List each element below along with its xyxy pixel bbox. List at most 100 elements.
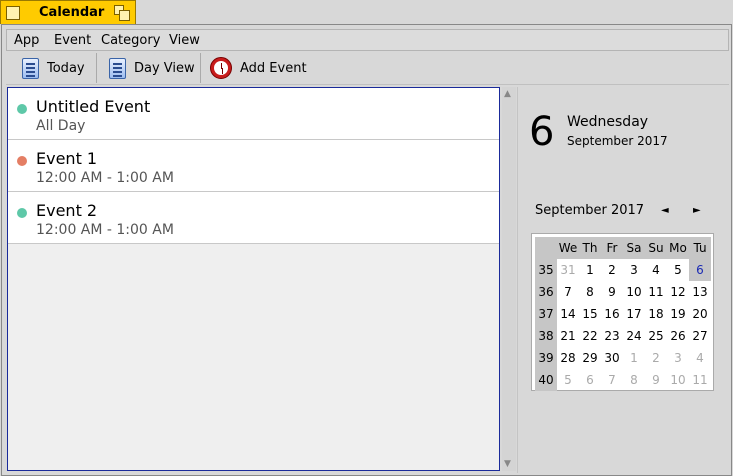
day-view-button[interactable]: Day View (109, 51, 195, 85)
selected-weekday: Wednesday (567, 114, 649, 130)
calendar-day[interactable]: 14 (557, 303, 579, 325)
calendar-day[interactable]: 11 (645, 281, 667, 303)
calendar-day[interactable]: 13 (689, 281, 711, 303)
weekday-header: Su (645, 237, 667, 259)
calendar-day[interactable]: 9 (645, 369, 667, 391)
selected-month-year: September 2017 (567, 134, 668, 148)
event-time: 12:00 AM - 1:00 AM (36, 170, 174, 186)
calendar-day[interactable]: 31 (557, 259, 579, 281)
event-name: Untitled Event (36, 97, 151, 116)
week-number: 39 (535, 347, 557, 369)
scroll-down-icon[interactable]: ▼ (504, 459, 511, 469)
calendar-day[interactable]: 10 (623, 281, 645, 303)
calendar-day[interactable]: 26 (667, 325, 689, 347)
calendar-day[interactable]: 29 (579, 347, 601, 369)
calendar-day[interactable]: 12 (667, 281, 689, 303)
category-color-dot (17, 208, 27, 218)
menu-event[interactable]: Event (54, 33, 91, 48)
previous-month-icon[interactable]: ◄ (661, 205, 669, 216)
event-item[interactable]: Event 2 12:00 AM - 1:00 AM (8, 192, 499, 244)
calendar-day[interactable]: 24 (623, 325, 645, 347)
event-item[interactable]: Untitled Event All Day (8, 88, 499, 140)
event-time: All Day (36, 118, 86, 134)
event-name: Event 1 (36, 149, 98, 168)
calendar-day[interactable]: 4 (645, 259, 667, 281)
calendar-day[interactable]: 1 (623, 347, 645, 369)
calendar-day[interactable]: 22 (579, 325, 601, 347)
calendar-day[interactable]: 23 (601, 325, 623, 347)
scroll-up-icon[interactable]: ▲ (504, 89, 511, 99)
weekday-header: We (557, 237, 579, 259)
month-calendar: We Th Fr Sa Su Mo Tu 35 31 1 2 3 4 5 6 36 7 8 9 10 11 12 13 37 1… (531, 233, 714, 391)
calendar-day[interactable]: 8 (623, 369, 645, 391)
calendar-day[interactable]: 3 (667, 347, 689, 369)
event-name: Event 2 (36, 201, 98, 220)
calendar-day[interactable]: 27 (689, 325, 711, 347)
calendar-day[interactable]: 5 (557, 369, 579, 391)
weekday-header: Th (579, 237, 601, 259)
calendar-day[interactable]: 5 (667, 259, 689, 281)
today-button[interactable]: Today (22, 51, 85, 85)
calendar-day[interactable]: 8 (579, 281, 601, 303)
toolbar: Today Day View Add Event (6, 51, 729, 85)
toolbar-separator (200, 53, 201, 83)
calendar-day[interactable]: 18 (645, 303, 667, 325)
calendar-day[interactable]: 2 (601, 259, 623, 281)
calendar-day[interactable]: 28 (557, 347, 579, 369)
calendar-day[interactable]: 10 (667, 369, 689, 391)
next-month-icon[interactable]: ► (693, 205, 701, 216)
calendar-day[interactable]: 19 (667, 303, 689, 325)
menu-category[interactable]: Category (101, 33, 160, 48)
week-number: 36 (535, 281, 557, 303)
menu-app[interactable]: App (14, 33, 39, 48)
clock-icon (210, 57, 232, 79)
event-item[interactable]: Event 1 12:00 AM - 1:00 AM (8, 140, 499, 192)
close-box-icon[interactable] (6, 6, 20, 20)
calendar-day[interactable]: 2 (645, 347, 667, 369)
calendar-day-selected[interactable]: 6 (689, 259, 711, 281)
zoom-box-icon[interactable] (114, 5, 130, 21)
week-number: 37 (535, 303, 557, 325)
calendar-month-label: September 2017 (535, 203, 645, 218)
weekday-header: Sa (623, 237, 645, 259)
calendar-page-icon (22, 57, 39, 79)
calendar-day[interactable]: 20 (689, 303, 711, 325)
pane-divider[interactable] (517, 87, 518, 473)
menu-view[interactable]: View (169, 33, 200, 48)
calendar-day[interactable]: 17 (623, 303, 645, 325)
event-list-scrollbar[interactable]: ▲ ▼ (502, 87, 516, 471)
calendar-day[interactable]: 21 (557, 325, 579, 347)
calendar-day[interactable]: 15 (579, 303, 601, 325)
calendar-page-icon (109, 57, 126, 79)
week-number: 40 (535, 369, 557, 391)
menu-bar: App Event Category View (6, 29, 729, 51)
calendar-day[interactable]: 3 (623, 259, 645, 281)
event-list[interactable]: Untitled Event All Day Event 1 12:00 AM … (7, 87, 500, 471)
event-time: 12:00 AM - 1:00 AM (36, 222, 174, 238)
calendar-day[interactable]: 7 (601, 369, 623, 391)
week-number: 38 (535, 325, 557, 347)
weekday-header: Fr (601, 237, 623, 259)
week-number-header (535, 237, 557, 259)
calendar-day[interactable]: 9 (601, 281, 623, 303)
calendar-day[interactable]: 30 (601, 347, 623, 369)
calendar-day[interactable]: 11 (689, 369, 711, 391)
calendar-day[interactable]: 1 (579, 259, 601, 281)
selected-day-number: 6 (529, 109, 555, 155)
calendar-day[interactable]: 4 (689, 347, 711, 369)
window-title: Calendar (39, 5, 105, 20)
add-event-button[interactable]: Add Event (210, 51, 307, 85)
calendar-day[interactable]: 25 (645, 325, 667, 347)
category-color-dot (17, 104, 27, 114)
toolbar-separator (96, 53, 97, 83)
category-color-dot (17, 156, 27, 166)
window-tab[interactable]: Calendar (0, 0, 136, 24)
calendar-day[interactable]: 7 (557, 281, 579, 303)
calendar-window: App Event Category View Today Day View A… (1, 24, 732, 476)
calendar-day[interactable]: 6 (579, 369, 601, 391)
calendar-day[interactable]: 16 (601, 303, 623, 325)
weekday-header: Tu (689, 237, 711, 259)
week-number: 35 (535, 259, 557, 281)
window-tab-bar: Calendar (0, 0, 733, 24)
weekday-header: Mo (667, 237, 689, 259)
